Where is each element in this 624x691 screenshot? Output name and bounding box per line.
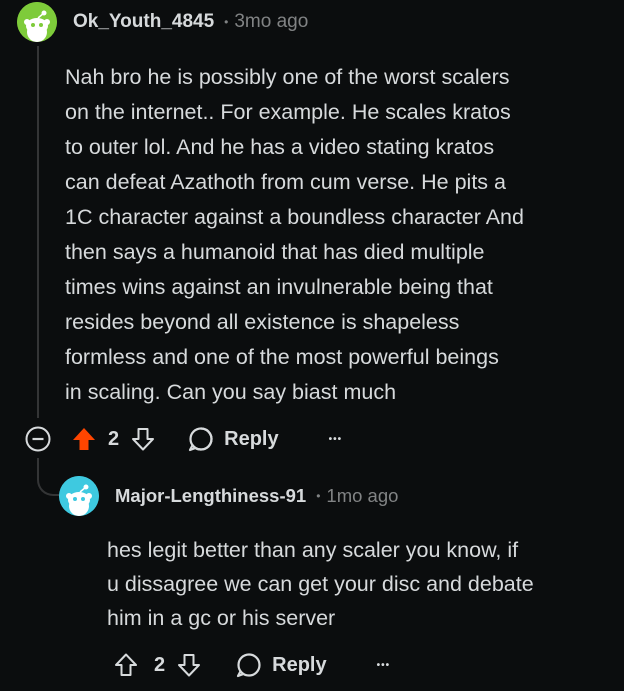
upvote-arrow-icon xyxy=(115,653,137,676)
more-options-button[interactable]: ••• xyxy=(329,434,343,445)
upvote-button[interactable] xyxy=(112,651,140,679)
reply-bubble-icon xyxy=(237,653,261,678)
avatar[interactable] xyxy=(59,476,99,516)
username[interactable]: Ok_Youth_4845 xyxy=(73,11,214,33)
thread-connector xyxy=(37,458,59,496)
downvote-arrow-icon xyxy=(178,654,201,677)
comment-actions: 2 Reply ••• xyxy=(24,424,342,454)
downvote-button[interactable] xyxy=(175,651,203,679)
comment-actions: 2 Reply ••• xyxy=(112,650,390,680)
reply-label: Reply xyxy=(272,653,327,676)
timestamp[interactable]: 3mo ago xyxy=(234,11,308,33)
thread-line[interactable] xyxy=(37,46,39,418)
comment-header: Major-Lengthiness-91 • 1mo ago xyxy=(59,476,398,516)
vote-count: 2 xyxy=(154,653,166,676)
snoo-avatar-icon xyxy=(59,476,99,516)
upvote-arrow-icon xyxy=(73,428,95,450)
snoo-avatar-icon xyxy=(17,2,57,42)
avatar[interactable] xyxy=(17,2,57,42)
comment-thread: Ok_Youth_4845 • 3mo ago Nah bro he is po… xyxy=(0,0,624,691)
vote-count: 2 xyxy=(108,427,120,450)
username[interactable]: Major-Lengthiness-91 xyxy=(115,485,306,507)
collapse-button[interactable] xyxy=(24,425,52,453)
reply-label: Reply xyxy=(224,427,279,450)
reply-bubble-icon xyxy=(189,427,213,452)
reply-button[interactable]: Reply xyxy=(187,425,279,453)
separator-dot: • xyxy=(316,489,321,503)
timestamp[interactable]: 1mo ago xyxy=(326,485,398,507)
collapse-icon xyxy=(25,426,51,452)
downvote-arrow-icon xyxy=(132,428,155,451)
separator-dot: • xyxy=(224,15,229,29)
downvote-button[interactable] xyxy=(129,425,157,453)
reply-button[interactable]: Reply xyxy=(235,651,327,679)
more-options-button[interactable]: ••• xyxy=(377,660,391,671)
comment-body: hes legit better than any scaler you kno… xyxy=(107,538,534,630)
comment-header: Ok_Youth_4845 • 3mo ago xyxy=(17,2,308,42)
upvote-button[interactable] xyxy=(70,425,98,453)
comment-body: Nah bro he is possibly one of the worst … xyxy=(65,65,524,404)
